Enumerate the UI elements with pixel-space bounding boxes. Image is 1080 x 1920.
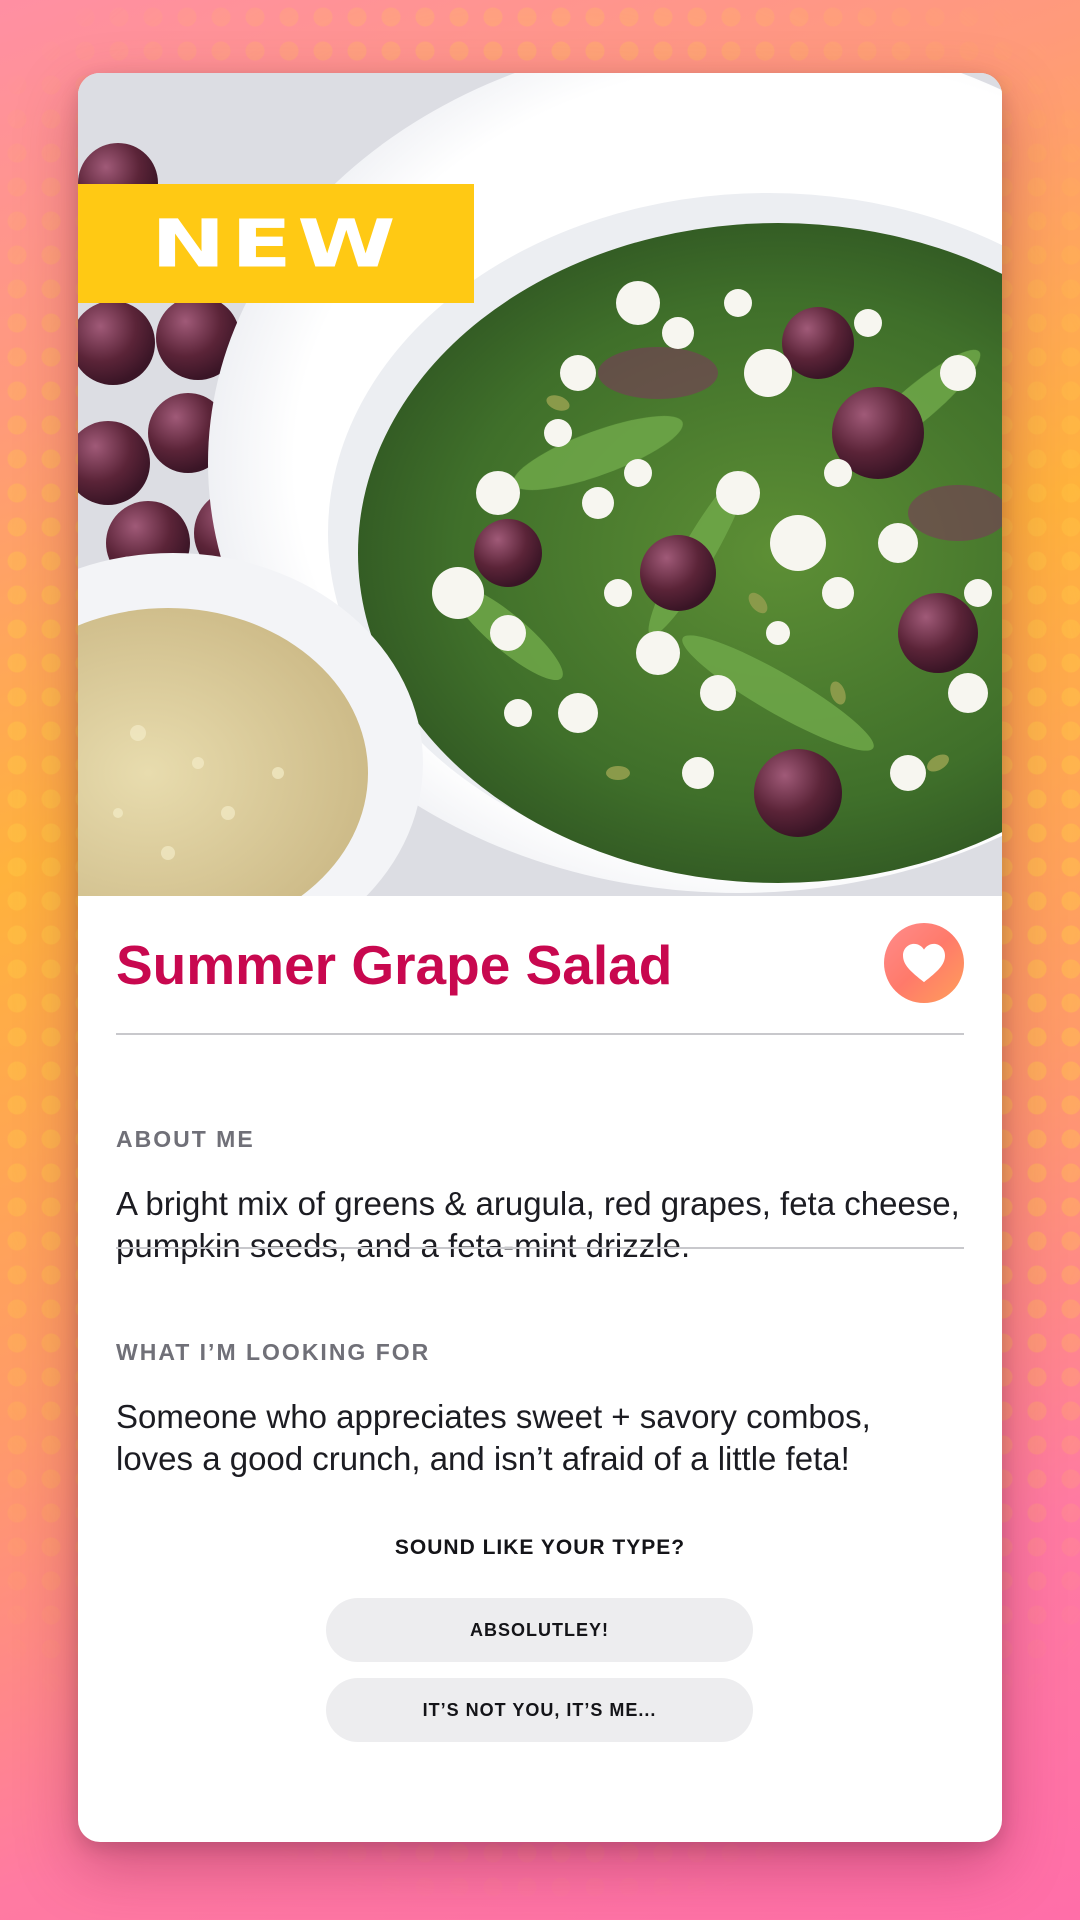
favorite-button[interactable] [884, 923, 964, 1003]
divider [116, 1247, 964, 1249]
heart-icon [903, 943, 945, 983]
decline-button[interactable]: IT’S NOT YOU, IT’S ME... [326, 1678, 753, 1742]
divider [116, 1033, 964, 1035]
profile-card: NEW Summer Grape Salad ABOUT ME A bright… [78, 73, 1002, 1842]
accept-button[interactable]: ABSOLUTLEY! [326, 1598, 753, 1662]
new-badge: NEW [78, 184, 474, 303]
about-label: ABOUT ME [116, 1126, 255, 1152]
new-badge-label: NEW [151, 205, 401, 282]
about-text: A bright mix of greens & arugula, red gr… [116, 1185, 960, 1264]
looking-for-text: Someone who appreciates sweet + savory c… [116, 1398, 871, 1477]
looking-for-label: WHAT I’M LOOKING FOR [116, 1339, 431, 1365]
page-title: Summer Grape Salad [116, 934, 673, 996]
match-question: SOUND LIKE YOUR TYPE? [394, 1536, 686, 1559]
